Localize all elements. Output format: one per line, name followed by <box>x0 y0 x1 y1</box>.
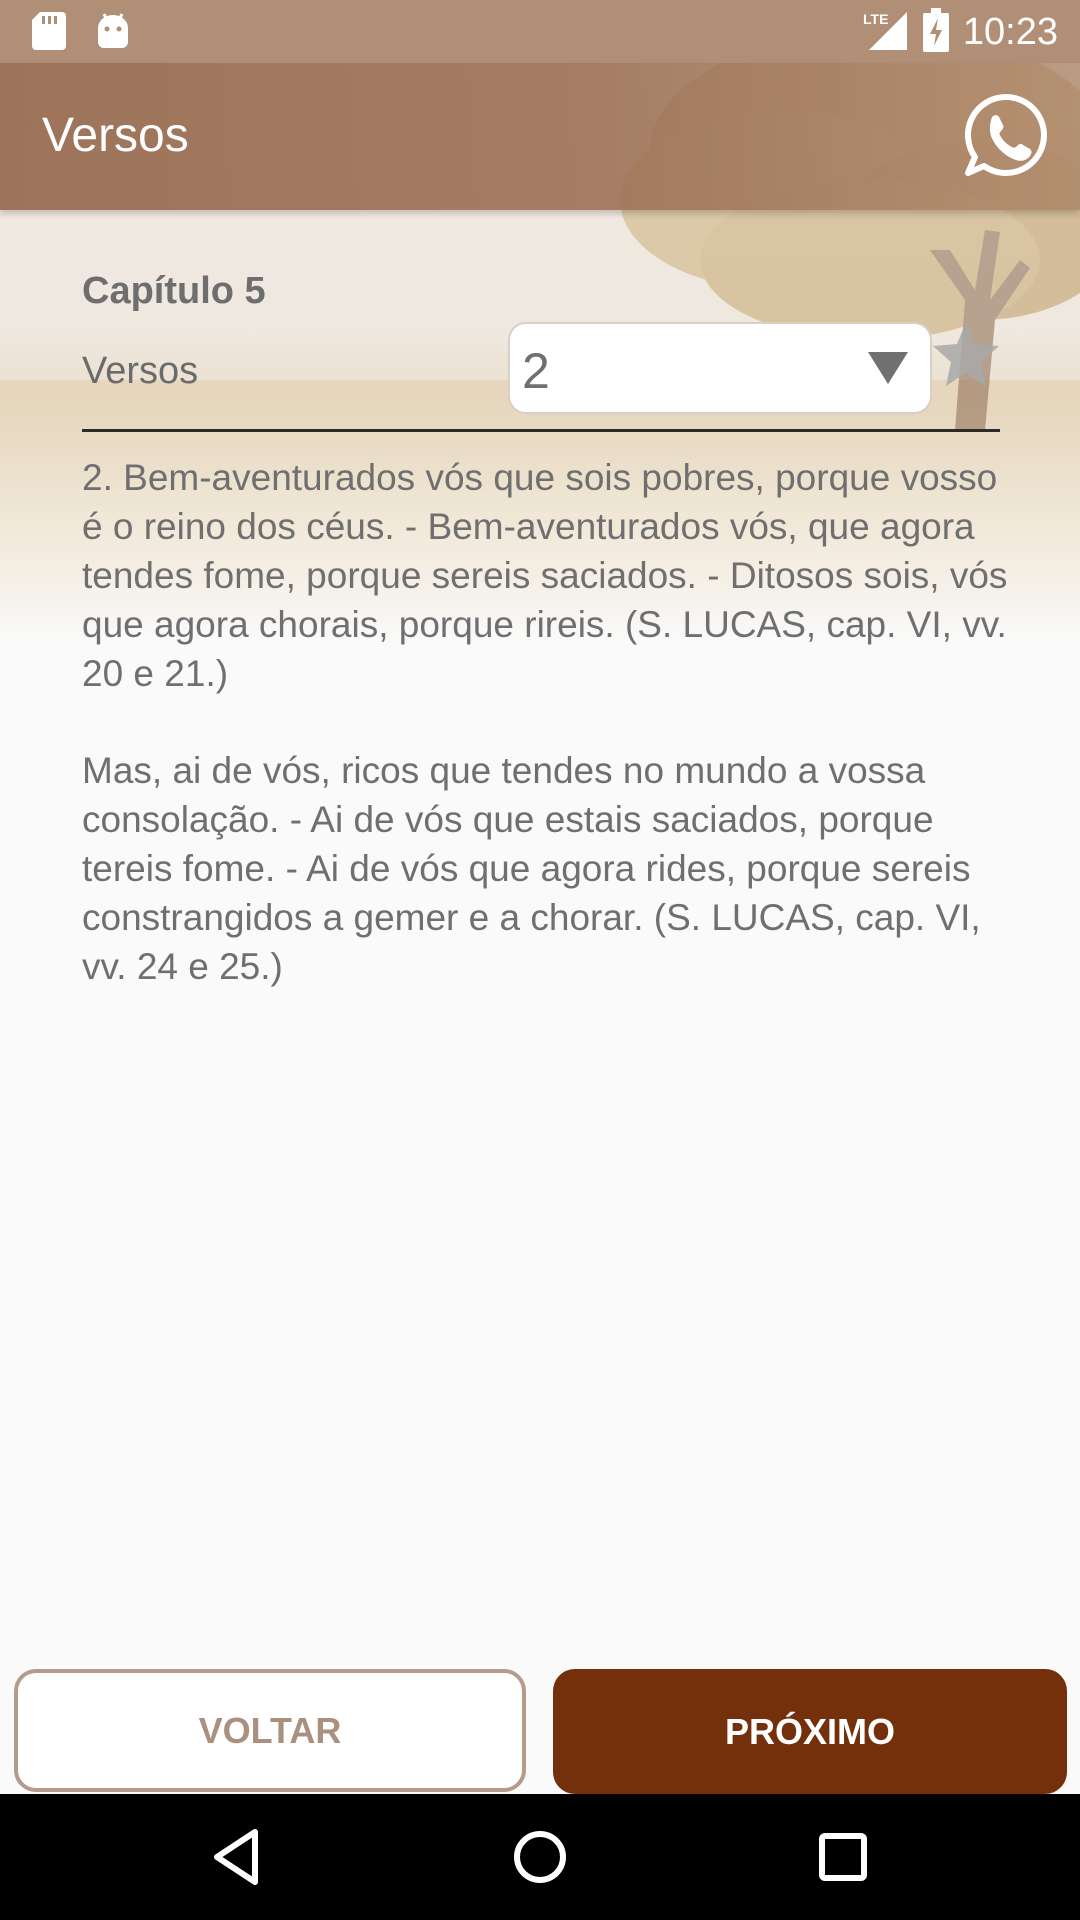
network-label: LTE <box>863 11 888 27</box>
back-button[interactable]: VOLTAR <box>14 1669 526 1792</box>
app-bar: Versos <box>0 63 1080 210</box>
favorite-button[interactable] <box>930 318 1002 390</box>
verse-paragraph: Mas, ai de vós, ricos que tendes no mund… <box>82 750 981 987</box>
system-nav-bar <box>0 1794 1080 1920</box>
verse-dropdown-value: 2 <box>522 343 550 399</box>
battery-charging-icon <box>922 8 949 57</box>
nav-recents-button[interactable] <box>810 1824 876 1890</box>
verse-paragraph: 2. Bem-aventurados vós que sois pobres, … <box>82 457 1008 694</box>
next-button[interactable]: PRÓXIMO <box>553 1669 1067 1794</box>
whatsapp-icon <box>964 94 1047 176</box>
verse-dropdown[interactable]: 2 <box>508 322 932 414</box>
page-title: Versos <box>42 109 189 162</box>
home-icon <box>514 1831 566 1883</box>
dropdown-arrow-icon <box>868 352 908 384</box>
back-icon <box>214 1829 258 1885</box>
status-time: 10:23 <box>962 11 1058 53</box>
sd-card-icon <box>32 12 66 55</box>
chapter-title: Capítulo 5 <box>82 270 266 312</box>
nav-home-button[interactable] <box>507 1824 573 1890</box>
status-bar: LTE 10:23 <box>0 0 1080 63</box>
whatsapp-share-button[interactable] <box>962 91 1050 179</box>
verse-label: Versos <box>82 350 199 392</box>
nav-back-button[interactable] <box>203 1824 269 1890</box>
signal-icon: LTE <box>863 8 909 57</box>
android-icon <box>96 12 130 55</box>
star-icon <box>933 322 999 386</box>
recents-icon <box>819 1833 867 1881</box>
divider <box>82 429 1000 432</box>
